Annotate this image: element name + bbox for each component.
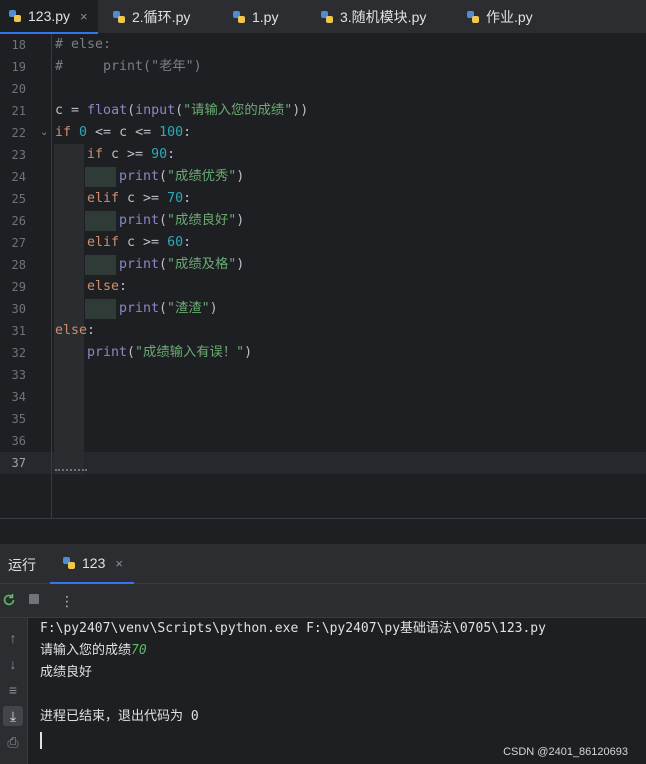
line-number: 36 [11, 434, 26, 448]
line-number: 30 [11, 302, 26, 316]
indent-guide [85, 211, 116, 231]
code-line-30: print("渣渣") [119, 301, 218, 316]
console-output: 成绩良好 [40, 665, 93, 680]
tab-label: 123.py [28, 8, 71, 24]
code-line-25: elif c >= 70: [87, 191, 192, 206]
python-file-icon [233, 11, 245, 23]
python-file-icon [467, 11, 479, 23]
arrow-up-icon[interactable]: ↑ [3, 628, 23, 648]
watermark: CSDN @2401_86120693 [503, 746, 628, 758]
line-number: 31 [11, 324, 26, 338]
tab-1-py[interactable]: 1.py [232, 0, 278, 34]
python-file-icon [9, 10, 21, 22]
line-number: 28 [11, 258, 26, 272]
line-number: 27 [11, 236, 26, 250]
tab-label: 2.循环.py [132, 9, 191, 25]
tab-random-module-py[interactable]: 3.随机模块.py [320, 0, 426, 34]
stop-icon[interactable] [25, 592, 43, 610]
code-line-19: # print("老年") [55, 59, 202, 74]
line-number: 35 [11, 412, 26, 426]
tab-loop-py[interactable]: 2.循环.py [112, 0, 190, 34]
tab-123-py[interactable]: 123.py × [0, 0, 98, 34]
python-run-icon [63, 557, 75, 569]
run-panel-header: 运行 123 × [0, 544, 646, 584]
code-line-31: else: [55, 323, 96, 338]
line-number: 34 [11, 390, 26, 404]
line-number: 26 [11, 214, 26, 228]
line-number: 32 [11, 346, 26, 360]
code-editor[interactable]: 18 19 20 21 22 23 24 25 26 27 28 29 30 3… [0, 34, 646, 518]
run-console[interactable]: F:\py2407\venv\Scripts\python.exe F:\py2… [28, 618, 646, 764]
console-input-line: 请输入您的成绩70 [40, 640, 147, 662]
line-number-gutter: 18 19 20 21 22 23 24 25 26 27 28 29 30 3… [0, 34, 52, 518]
line-number: 23 [11, 148, 26, 162]
run-toolbar: ⋮ [0, 584, 646, 618]
editor-bottom-strip [0, 518, 646, 544]
close-icon[interactable]: × [80, 9, 88, 24]
more-options-icon[interactable]: ⋮ [58, 592, 76, 610]
line-number: 18 [11, 38, 26, 52]
line-number: 29 [11, 280, 26, 294]
indent-guide [85, 255, 116, 275]
console-user-input: 70 [131, 643, 147, 658]
line-number: 22 [11, 126, 26, 140]
code-line-27: elif c >= 60: [87, 235, 192, 250]
python-file-icon [321, 11, 333, 23]
tab-label: 1.py [252, 9, 279, 25]
close-icon[interactable]: × [115, 556, 123, 571]
arrow-down-icon[interactable]: ↓ [3, 654, 23, 674]
line-number-current: 37 [11, 456, 26, 470]
soft-wrap-icon[interactable]: ≡ [3, 680, 23, 700]
line-number: 33 [11, 368, 26, 382]
run-tab-label: 123 [82, 555, 106, 571]
code-line-22: if 0 <= c <= 100: [55, 125, 192, 140]
fold-chevron-icon[interactable]: ⌄ [40, 122, 48, 144]
scroll-to-end-icon[interactable]: ⤓ [3, 706, 23, 726]
console-command: F:\py2407\venv\Scripts\python.exe F:\py2… [40, 621, 546, 636]
python-file-icon [113, 11, 125, 23]
indent-guide [54, 144, 84, 474]
run-side-toolbar: ↑ ↓ ≡ ⤓ ⎙ [0, 618, 28, 764]
current-line-highlight [0, 452, 646, 474]
editor-tab-bar: 123.py × 2.循环.py 1.py 3.随机模块.py 作业.py [0, 0, 646, 34]
run-tab-123[interactable]: 123 × [50, 544, 134, 584]
console-prompt: 请输入您的成绩 [40, 643, 132, 658]
code-line-18: # else: [55, 37, 112, 52]
tab-label: 作业.py [486, 9, 533, 25]
print-icon[interactable]: ⎙ [3, 732, 23, 752]
rerun-icon[interactable] [0, 592, 18, 610]
code-line-23: if c >= 90: [87, 147, 176, 162]
code-line-29: else: [87, 279, 128, 294]
tab-homework-py[interactable]: 作业.py [466, 0, 533, 34]
console-text-cursor [40, 732, 42, 749]
code-line-28: print("成绩及格") [119, 257, 245, 272]
code-line-24: print("成绩优秀") [119, 169, 245, 184]
tab-label: 3.随机模块.py [340, 9, 427, 25]
line-number: 20 [11, 82, 26, 96]
line-number: 21 [11, 104, 26, 118]
warning-squiggle [55, 468, 87, 471]
line-number: 24 [11, 170, 26, 184]
indent-guide [85, 299, 116, 319]
console-exit-message: 进程已结束，退出代码为 0 [40, 709, 199, 724]
code-line-21: c = float(input("请输入您的成绩")) [55, 103, 309, 118]
code-line-32: print("成绩输入有误！") [87, 345, 253, 360]
line-number: 19 [11, 60, 26, 74]
line-number: 25 [11, 192, 26, 206]
indent-guide [85, 167, 116, 187]
code-line-26: print("成绩良好") [119, 213, 245, 228]
run-panel-title: 运行 [8, 557, 36, 573]
